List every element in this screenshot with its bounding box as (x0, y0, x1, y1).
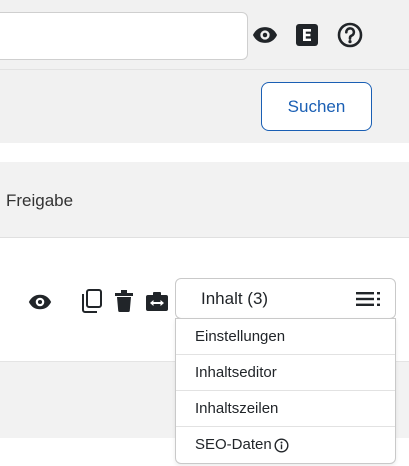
content-dropdown-toggle[interactable]: Inhalt (3) (175, 278, 396, 319)
question-circle-icon[interactable] (337, 22, 363, 48)
search-input[interactable] (0, 12, 248, 60)
trash-icon[interactable] (112, 289, 136, 313)
content-dropdown-menu: Einstellungen Inhaltseditor Inhaltszeile… (175, 318, 396, 464)
search-button[interactable]: Suchen (261, 82, 372, 131)
menu-lines-icon (356, 291, 382, 312)
menu-item-einstellungen[interactable]: Einstellungen (176, 319, 395, 355)
copy-icon[interactable] (80, 289, 104, 313)
swap-icon[interactable] (145, 289, 169, 313)
e-square-icon[interactable] (294, 22, 320, 48)
menu-item-inhaltseditor[interactable]: Inhaltseditor (176, 355, 395, 391)
column-header-freigabe: Freigabe (6, 191, 74, 210)
menu-item-inhaltszeilen[interactable]: Inhaltszeilen (176, 391, 395, 427)
dropdown-label: Inhalt (3) (201, 289, 269, 308)
menu-item-seo-daten[interactable]: SEO-Daten (176, 427, 395, 463)
eye-icon[interactable] (28, 290, 52, 314)
menu-item-label: Inhaltseditor (195, 364, 277, 381)
info-circle-icon (274, 438, 289, 458)
menu-item-label: Inhaltszeilen (195, 400, 279, 417)
table-header: Freigabe (0, 162, 409, 238)
spacer (0, 143, 409, 162)
menu-item-label: Einstellungen (195, 328, 286, 345)
eye-icon[interactable] (252, 22, 278, 48)
menu-item-label: SEO-Daten (195, 436, 272, 453)
